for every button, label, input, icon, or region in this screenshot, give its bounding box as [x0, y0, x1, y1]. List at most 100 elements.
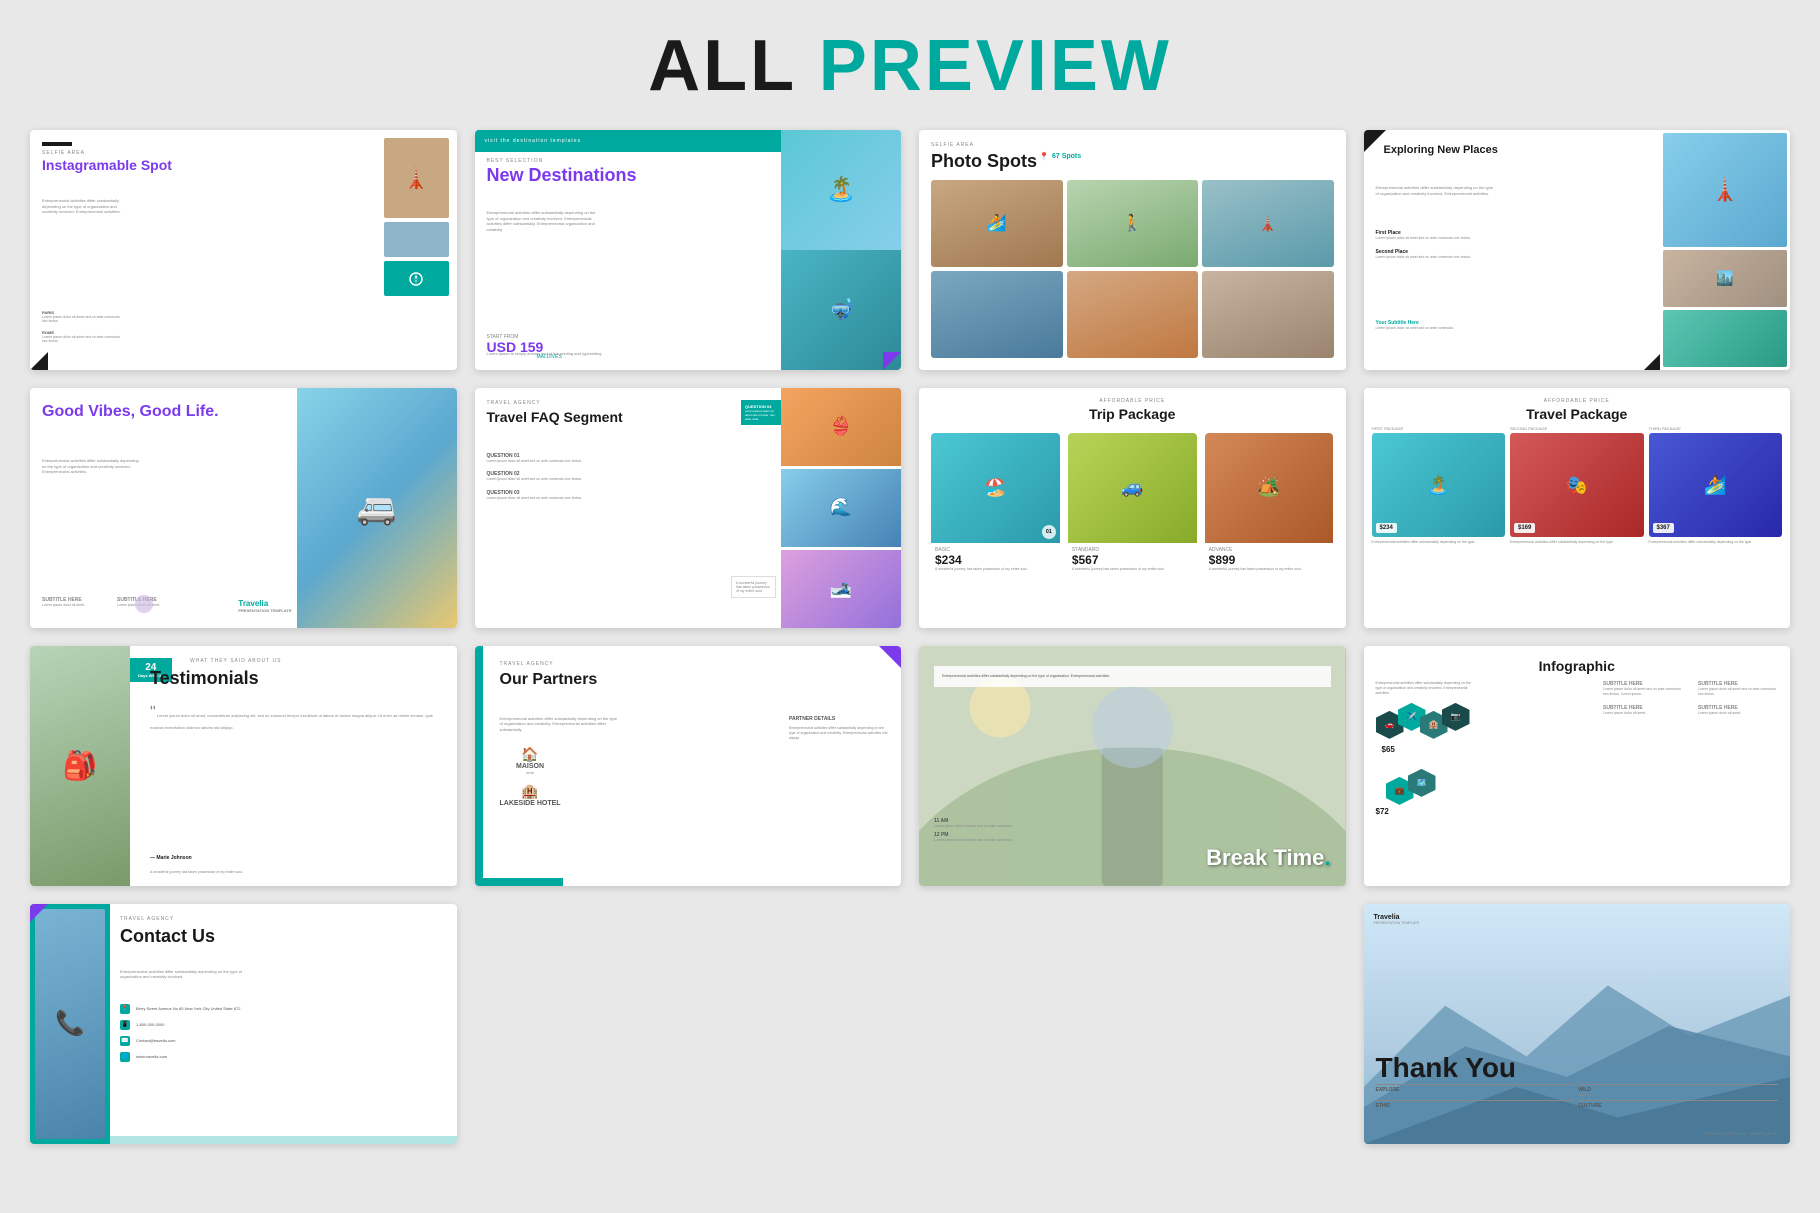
slide-destinations: visit the destination templates BEST SEL… — [475, 130, 902, 370]
slide14-tag1: EXPLORE — [1376, 1084, 1576, 1097]
slide3-p6 — [1202, 271, 1334, 358]
slide12-sub4-text: Lorem ipsum dolor sit amet. — [1698, 711, 1778, 716]
slide6-q4-text: Lorem ipsum dolor sit amet sed on ante, … — [745, 409, 777, 421]
location-pin-icon: 📍 — [120, 1004, 130, 1014]
slide4-photo2: 🏙️ — [1663, 250, 1787, 307]
slide1-sub-items: PARIS Lorem ipsum dolor sit amet sed on … — [42, 310, 122, 350]
hex-mid-2: 🗺️ — [1408, 769, 1436, 797]
slide13-body: Entrepreneurial activities differ substa… — [120, 969, 260, 980]
slide8-pkg1-photo: 🏝️ $234 — [1372, 433, 1506, 537]
slide4-subtitle-text: Lorem ipsum dolor sit amet sed on ante c… — [1376, 326, 1476, 330]
slide13-email: Contact@travelia.com — [136, 1038, 175, 1043]
house-icon: 🏠 — [521, 746, 538, 763]
slide14-tag1-label: EXPLORE — [1376, 1084, 1576, 1093]
location-icon: 📍 — [1039, 152, 1049, 161]
slide3-p5: 🗼 — [1202, 180, 1334, 267]
slide10-teal-left — [475, 646, 483, 886]
slide9-photo: 🎒 — [30, 646, 130, 886]
slide6-answer-text: A wonderful journey has taken possession… — [736, 581, 771, 593]
slide5-sub1: SUBTITLE HERE Lorem ipsum dolor sit amet… — [42, 597, 102, 608]
slide4-triangle — [1644, 354, 1660, 370]
slide6-photo1: 👙 — [781, 388, 901, 466]
slide14-tag2-label: WILD — [1578, 1084, 1778, 1093]
slide-photo-spots: SELFIE AREA Photo Spots 📍 67 Spots 🏄 🚶 🗼 — [919, 130, 1346, 370]
page-header: ALL PREVIEW — [30, 30, 1790, 102]
slide3-p3: 🚶 — [1067, 180, 1199, 267]
slide14-logo-sub: PRESENTATION TEMPLATE — [1374, 921, 1420, 925]
slide12-sub-cols: SUBTITLE HERE Lorem ipsum dolor sit amet… — [1603, 681, 1778, 874]
slide1-photo-wide — [384, 222, 449, 257]
slide1-photo-eiffel: 🗼 — [384, 138, 449, 218]
slide6-a2: Lorem ipsum dolor sit amet sed on ante c… — [487, 477, 772, 482]
slide13-teal-bottom — [110, 1136, 457, 1144]
slide12-sub2-text: Lorem ipsum dolor sit amet sed on ante c… — [1698, 687, 1778, 697]
slide6-faqs: QUESTION 01 Lorem ipsum dolor sit amet s… — [487, 453, 772, 509]
slide7-pkg3-info: ADVANCE $899 A wonderful journey has tak… — [1205, 543, 1334, 616]
slide4-sub1-text: Lorem ipsum dolor sit amet sed on ante c… — [1376, 236, 1476, 241]
slide9-quote-text: Lorem ipsum dolor sit amet, consectetuer… — [150, 713, 433, 730]
slide6-a1: Lorem ipsum dolor sit amet sed on ante c… — [487, 459, 772, 464]
slide14-tag2-sub: NATURE — [1578, 1093, 1778, 1097]
slide10-label: TRAVEL AGENCY — [500, 661, 554, 667]
slide4-sub1: First Place Lorem ipsum dolor sit amet s… — [1376, 230, 1476, 241]
slide2-label: BEST SELECTION — [487, 158, 544, 164]
slide11-time2-text: Lorem ipsum dolor sit amet sed on ante c… — [934, 838, 1013, 842]
slide8-title: Travel Package — [1526, 406, 1627, 422]
slide3-p2 — [931, 271, 1063, 358]
slide14-tag2: WILD NATURE — [1578, 1084, 1778, 1097]
slide7-pkg1: 🏖️ 01 BASIC $234 A wonderful journey has… — [931, 433, 1060, 616]
slide13-contact-web: 🌐 www.travelia.com — [120, 1052, 240, 1062]
slide13-address: Berry Street Avenue No 80 New York City … — [136, 1006, 240, 1011]
slide7-pkg2-info: STANDARD $567 A wonderful journey has ta… — [1068, 543, 1197, 616]
slide13-contact-address: 📍 Berry Street Avenue No 80 New York Cit… — [120, 1004, 240, 1014]
slide-travel-package: AFFORDABLE PRICE Travel Package FIRST PA… — [1364, 388, 1791, 628]
slide3-label: SELFIE AREA — [931, 142, 974, 148]
slide-testimonials: 🎒 24 Days With Us WHAT THEY SAID ABOUT U… — [30, 646, 457, 886]
slide14-title: Thank You — [1376, 1052, 1517, 1084]
slide1-sub2-text: Lorem ipsum dolor sit amet sed on ante c… — [42, 335, 122, 344]
slide7-pkg1-photo: 🏖️ 01 — [931, 433, 1060, 543]
slide14-tag4-label: CULTURE — [1578, 1100, 1778, 1109]
slide13-label: TRAVEL AGENCY — [120, 916, 174, 922]
slide5-photo: 🚐 — [297, 388, 457, 628]
slide8-pkg2-photo: 🎭 $169 — [1510, 433, 1644, 537]
slide1-sub1: PARIS Lorem ipsum dolor sit amet sed on … — [42, 310, 122, 324]
slide6-label: TRAVEL AGENCY — [487, 400, 541, 406]
slide13-photo: 📞 — [35, 909, 105, 1139]
slide11-period: . — [1324, 845, 1330, 870]
slide3-spots-count: 67 Spots — [1052, 153, 1081, 160]
slide14-tags: EXPLORE WILD NATURE ETHIC CULTURE — [1376, 1084, 1779, 1109]
slide4-sub2-text: Lorem ipsum dolor sit amet sed on ante c… — [1376, 255, 1476, 260]
slide4-sub-items: First Place Lorem ipsum dolor sit amet s… — [1376, 230, 1476, 267]
slide6-photos: 👙 🌊 🎿 — [781, 388, 901, 628]
slide12-sub4: SUBTITLE HERE Lorem ipsum dolor sit amet… — [1698, 705, 1778, 716]
slide10-logos: 🏠 MAISON ome 🏨 LAKESIDE HOTEL — [500, 746, 561, 807]
slide11-time1-text: Lorem ipsum dolor sit amet sed on ante c… — [934, 824, 1013, 828]
slide12-price2: $72 — [1376, 807, 1389, 816]
slide3-p1: 🏄 — [931, 180, 1063, 267]
slide2-triangle — [883, 352, 901, 370]
slide11-title: Break Time. — [1206, 845, 1330, 871]
slide4-sub2: Second Place Lorem ipsum dolor sit amet … — [1376, 249, 1476, 260]
slide10-logo1-sub: ome — [526, 770, 534, 775]
slide6-a3: Lorem ipsum dolor sit amet sed on ante c… — [487, 496, 772, 501]
slide3-col3: 🗼 — [1202, 180, 1334, 358]
header-preview: PREVIEW — [796, 26, 1172, 106]
slide-contact: 📞 TRAVEL AGENCY Contact Us Entrepreneuri… — [30, 904, 457, 1144]
slide7-packages: 🏖️ 01 BASIC $234 A wonderful journey has… — [931, 433, 1334, 616]
slides-grid: SELFIE AREA Instagramable Spot Entrepren… — [30, 130, 1790, 1144]
slide-exploring: Exploring New Places Entrepreneurial act… — [1364, 130, 1791, 370]
slide7-pkg3-desc: A wonderful journey has taken possession… — [1209, 567, 1330, 572]
slide-good-vibes: Good Vibes, Good Life. Entrepreneurial a… — [30, 388, 457, 628]
slide8-pkg3: THIRD PACKAGE 🏄 $367 Entrepreneurial act… — [1649, 426, 1783, 616]
slide8-pkg2-price: $169 — [1514, 523, 1535, 533]
slide4-corner-tri — [1364, 130, 1386, 152]
slide8-pkg2-label: SECOND PACKAGE — [1510, 426, 1644, 431]
slide10-title: Our Partners — [500, 671, 598, 689]
slide-infographic: Infographic Entrepreneurial activities d… — [1364, 646, 1791, 886]
slide8-pkg1-desc: Entrepreneurial activities differ substa… — [1372, 540, 1506, 545]
slide1-triangle — [30, 352, 48, 370]
slide8-pkg1-price: $234 — [1376, 523, 1397, 533]
slide12-hexagons: 🚗 ✈️ 🏨 📷 $65 💼 — [1376, 711, 1476, 874]
slide7-pkg1-num: 01 — [1042, 525, 1056, 539]
